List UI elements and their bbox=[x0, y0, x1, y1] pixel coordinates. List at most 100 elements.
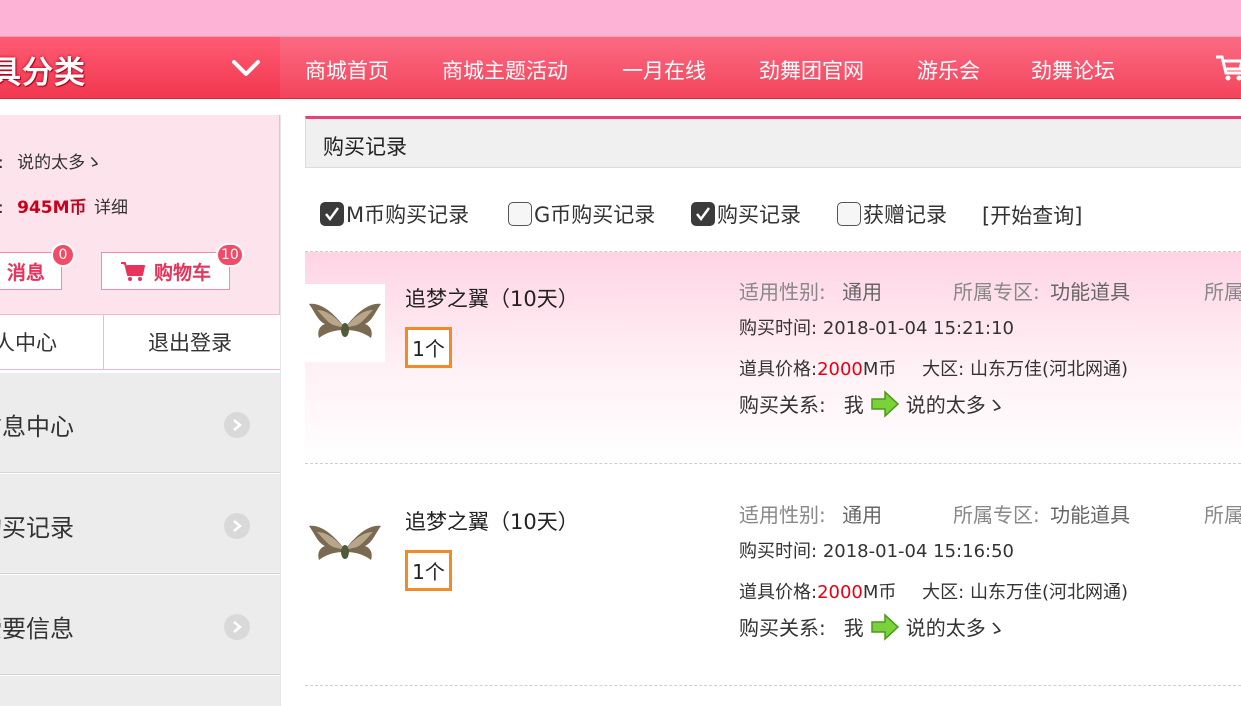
logout-link[interactable]: 退出登录 bbox=[148, 327, 232, 357]
start-query-button[interactable]: [开始查询] bbox=[982, 200, 1082, 230]
filter-label: M币购买记录 bbox=[346, 203, 470, 227]
nav-link-events[interactable]: 商城主题活动 bbox=[442, 55, 568, 85]
main-nav: 具分类 商城首页 商城主题活动 一月在线 劲舞团官网 游乐会 劲舞论坛 bbox=[0, 36, 1241, 99]
user-links: 人中心 退出登录 bbox=[0, 315, 280, 370]
user-box: : 说的太多ゝ : 945M币 详细 消息 0 购物车 10 bbox=[0, 115, 280, 315]
relation-label: 购买关系: bbox=[739, 393, 826, 417]
time-value: 2018-01-04 15:16:50 bbox=[822, 541, 1014, 562]
sidebar-item-request-info[interactable]: 索要信息 bbox=[0, 575, 280, 675]
sidebar-item-label: 索要信息 bbox=[0, 615, 74, 643]
user-name: 说的太多ゝ bbox=[17, 153, 103, 173]
chevron-right-icon bbox=[224, 614, 250, 640]
price-info: 道具价格:2000M币 大区: 山东万佳(河北网通) bbox=[739, 578, 1128, 604]
main-content: 购买记录 M币购买记录 G币购买记录 购买记录 获赠记录 [开始查询] 追梦之翼… bbox=[305, 116, 1241, 706]
filter-label: G币购买记录 bbox=[534, 203, 656, 227]
price-info: 道具价格:2000M币 大区: 山东万佳(河北网通) bbox=[739, 355, 1128, 381]
price-label: 道具价格: bbox=[739, 359, 818, 380]
item-name: 追梦之翼（10天） bbox=[405, 510, 579, 534]
item-thumbnail bbox=[305, 284, 385, 362]
zone-value: 功能道具 bbox=[1050, 280, 1131, 304]
sidebar-item-info-center[interactable]: 信息中心 bbox=[0, 373, 280, 473]
nav-link-club[interactable]: 游乐会 bbox=[917, 55, 980, 85]
zone-label: 所属专区: bbox=[953, 503, 1040, 527]
page-title: 购买记录 bbox=[323, 135, 407, 159]
price-unit: M币 bbox=[862, 359, 897, 380]
checkbox-checked[interactable] bbox=[691, 202, 715, 226]
chevron-right-icon bbox=[224, 412, 250, 438]
price-value: 2000 bbox=[817, 582, 863, 603]
relation-to: 说的太多ゝ bbox=[905, 393, 1006, 417]
user-balance-row: : 945M币 详细 bbox=[0, 193, 128, 218]
relation-from: 我 bbox=[843, 393, 864, 417]
chevron-down-icon[interactable] bbox=[230, 57, 262, 79]
gender-label: 适用性别: bbox=[739, 280, 826, 304]
filter-mcoin-records[interactable]: M币购买记录 bbox=[320, 200, 469, 228]
sidebar-item-more[interactable] bbox=[0, 676, 280, 706]
purchase-relation: 购买关系: 我 说的太多ゝ bbox=[739, 612, 1006, 641]
price-label: 道具价格: bbox=[739, 582, 818, 603]
sidebar-item-label: 信息中心 bbox=[0, 413, 74, 441]
messages-label: 消息 bbox=[6, 261, 45, 284]
nav-link-official[interactable]: 劲舞团官网 bbox=[759, 55, 864, 85]
sidebar-item-label: 购买记录 bbox=[0, 514, 74, 542]
zone-label: 所属专区: bbox=[953, 280, 1040, 304]
purchase-relation: 购买关系: 我 说的太多ゝ bbox=[739, 389, 1006, 418]
balance-value: 945M币 bbox=[17, 198, 87, 218]
category-title: 具分类 bbox=[0, 55, 86, 91]
filter-purchase-records[interactable]: 购买记录 bbox=[691, 200, 801, 228]
filter-bar: M币购买记录 G币购买记录 购买记录 获赠记录 [开始查询] bbox=[305, 200, 1241, 228]
wings-icon bbox=[309, 303, 381, 338]
gender-value: 通用 bbox=[842, 280, 883, 304]
checkbox-unchecked[interactable] bbox=[837, 202, 861, 226]
price-unit: M币 bbox=[862, 582, 897, 603]
cart-icon bbox=[120, 262, 145, 281]
relation-label: 购买关系: bbox=[739, 616, 826, 640]
zone-label-cut: 所属 bbox=[1204, 280, 1241, 304]
checkbox-checked[interactable] bbox=[320, 202, 344, 226]
region-label: 大区: bbox=[922, 582, 965, 603]
nav-link-forum[interactable]: 劲舞论坛 bbox=[1031, 55, 1115, 85]
filter-label: 获赠记录 bbox=[863, 203, 947, 227]
relation-from: 我 bbox=[843, 616, 864, 640]
filter-gcoin-records[interactable]: G币购买记录 bbox=[508, 200, 655, 228]
cart-icon[interactable] bbox=[1214, 51, 1241, 83]
item-quantity: 1个 bbox=[405, 327, 452, 368]
checkbox-unchecked[interactable] bbox=[508, 202, 532, 226]
region-label: 大区: bbox=[922, 359, 965, 380]
filter-gift-records[interactable]: 获赠记录 bbox=[837, 200, 947, 228]
filter-label: 购买记录 bbox=[717, 203, 801, 227]
gender-info: 适用性别: 通用 bbox=[739, 276, 882, 305]
gender-info: 适用性别: 通用 bbox=[739, 499, 882, 528]
gender-label: 适用性别: bbox=[739, 503, 826, 527]
purchase-record: 追梦之翼（10天） 1个 适用性别: 通用 所属专区: 功能道具 所属 购买时间… bbox=[305, 252, 1241, 464]
category-dropdown[interactable]: 具分类 bbox=[0, 37, 280, 98]
top-strip bbox=[0, 0, 1241, 36]
wings-icon bbox=[309, 525, 381, 560]
zone-label-cut: 所属 bbox=[1204, 503, 1241, 527]
region-value: 山东万佳(河北网通) bbox=[969, 582, 1129, 603]
divider bbox=[305, 685, 1241, 686]
chevron-right-icon bbox=[224, 513, 250, 539]
arrow-right-icon bbox=[871, 389, 899, 418]
divider bbox=[103, 315, 104, 370]
arrow-right-icon bbox=[871, 612, 899, 641]
messages-button[interactable]: 消息 0 bbox=[0, 243, 75, 290]
sidebar-item-purchase-records[interactable]: 购买记录 bbox=[0, 474, 280, 574]
cart-button[interactable]: 购物车 10 bbox=[101, 243, 244, 290]
nav-link-online[interactable]: 一月在线 bbox=[622, 55, 706, 85]
purchase-time: 购买时间: 2018-01-04 15:21:10 bbox=[739, 314, 1014, 340]
time-label: 购买时间: bbox=[739, 318, 818, 339]
price-value: 2000 bbox=[817, 359, 863, 380]
item-quantity: 1个 bbox=[405, 550, 452, 591]
nav-link-home[interactable]: 商城首页 bbox=[305, 55, 389, 85]
relation-to: 说的太多ゝ bbox=[905, 616, 1006, 640]
balance-detail-link[interactable]: 详细 bbox=[94, 198, 128, 218]
cart-label: 购物车 bbox=[153, 261, 211, 284]
user-center-link[interactable]: 人中心 bbox=[0, 327, 57, 357]
user-name-label: : bbox=[0, 153, 4, 173]
zone-info: 所属专区: 功能道具 bbox=[953, 276, 1130, 305]
time-label: 购买时间: bbox=[739, 541, 818, 562]
item-thumbnail bbox=[305, 506, 385, 584]
balance-label: : bbox=[0, 198, 4, 218]
section-header: 购买记录 bbox=[305, 116, 1241, 168]
